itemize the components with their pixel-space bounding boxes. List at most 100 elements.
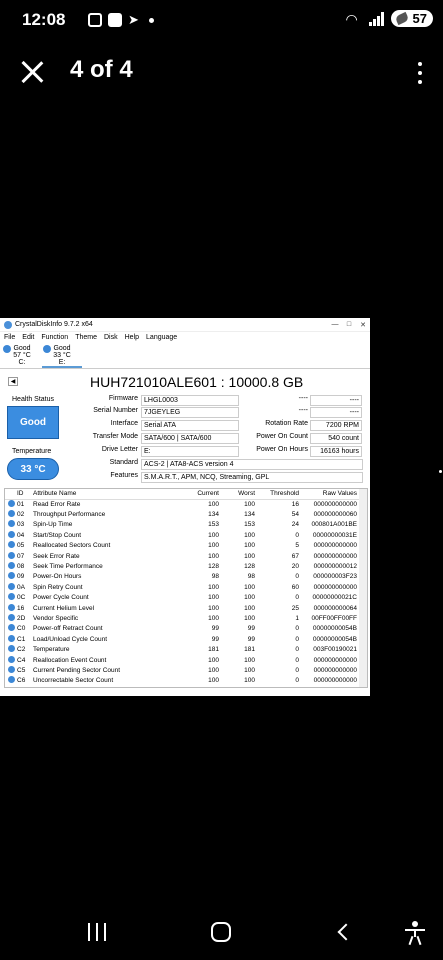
- rotation-value: 7200 RPM: [310, 420, 362, 431]
- cell-worst: 128: [244, 563, 255, 571]
- disk-tab-e: Good 33 °C E:: [42, 343, 82, 368]
- cell-current: 134: [208, 511, 219, 519]
- power-count-value: 540 count: [310, 433, 362, 444]
- cell-threshold: 0: [295, 625, 299, 633]
- col-attribute: Attribute Name: [33, 489, 183, 500]
- features-value: S.M.A.R.T., APM, NCQ, Streaming, GPL: [141, 472, 363, 483]
- cell-threshold: 0: [295, 656, 299, 664]
- cell-raw: 000000000012: [313, 563, 357, 571]
- status-dot-icon: [3, 345, 11, 353]
- menu-help: Help: [124, 334, 140, 341]
- cell-id: 16: [17, 604, 25, 612]
- cell-threshold: 0: [295, 677, 299, 685]
- cell-current: 100: [208, 604, 219, 612]
- cell-attribute: Current Helium Level: [33, 604, 95, 612]
- recents-icon[interactable]: [88, 923, 106, 941]
- disk-temp: 57 °C: [13, 352, 31, 359]
- cell-attribute: Uncorrectable Sector Count: [33, 677, 114, 685]
- window-title: CrystalDiskInfo 9.7.2 x64: [15, 321, 93, 328]
- back-icon[interactable]: [337, 923, 355, 941]
- status-dot-icon: [5, 593, 17, 603]
- cell-raw: 000000000000: [313, 500, 357, 508]
- home-icon[interactable]: [211, 922, 231, 942]
- power-count-label: Power On Count: [256, 433, 308, 440]
- page-counter: 4 of 4: [70, 56, 133, 83]
- serial-label: Serial Number: [93, 407, 138, 414]
- disk-letter: E:: [58, 359, 66, 366]
- col-current: Current: [183, 489, 223, 500]
- menu-file: File: [4, 334, 16, 341]
- cell-attribute: Reallocation Event Count: [33, 656, 107, 664]
- screenshot-image[interactable]: CrystalDiskInfo 9.7.2 x64 — □ ✕ File Edi…: [0, 318, 370, 696]
- status-dot-icon: [5, 520, 17, 530]
- cell-worst: 100: [244, 531, 255, 539]
- cell-id: 08: [17, 563, 25, 571]
- cell-raw: 000000000064: [313, 604, 357, 612]
- interface-label: Interface: [110, 420, 138, 427]
- power-hours-value: 16163 hours: [310, 446, 362, 457]
- drive-letter-label: Drive Letter: [101, 446, 138, 453]
- notification-icons: ➤: [88, 12, 154, 28]
- more-options-icon[interactable]: [417, 62, 423, 84]
- right-label-1: ----: [298, 395, 308, 402]
- cell-raw: 000000000000: [313, 552, 357, 560]
- standard-value: ACS-2 | ATA8-ACS version 4: [141, 459, 363, 470]
- cell-attribute: Throughput Performance: [33, 511, 106, 519]
- accessibility-icon[interactable]: [404, 921, 426, 946]
- menu-function: Function: [41, 334, 69, 341]
- cell-raw: 000000003F23: [313, 573, 357, 581]
- cell-attribute: Power-off Retract Count: [33, 625, 103, 633]
- table-row: C2 Temperature 181 181 0 003F00190021: [5, 644, 361, 654]
- table-row: 07 Seek Error Rate 100 100 67 000000000000: [5, 551, 361, 561]
- status-time: 12:08: [22, 10, 66, 29]
- close-icon[interactable]: [18, 58, 46, 86]
- table-row: 03 Spin-Up Time 153 153 24 000801A001BE: [5, 520, 361, 530]
- cell-raw: 000801A001BE: [311, 521, 357, 529]
- col-raw: Raw Values: [303, 489, 361, 500]
- cell-raw: 00000000054B: [312, 635, 357, 643]
- col-id: ID: [17, 489, 33, 500]
- cell-current: 100: [208, 542, 219, 550]
- cell-attribute: Power Cycle Count: [33, 594, 89, 602]
- cell-threshold: 0: [295, 594, 299, 602]
- cell-attribute: Start/Stop Count: [33, 531, 82, 539]
- window-controls: — □ ✕: [328, 321, 370, 329]
- battery-level: 57: [412, 11, 427, 26]
- status-dot-icon: [5, 644, 17, 654]
- table-row: C4 Reallocation Event Count 100 100 0 0000000…: [5, 655, 361, 665]
- model-row: ◀ HUH721010ALE601 : 10000.8 GB: [0, 371, 370, 393]
- health-status-label: Health Status: [12, 396, 55, 403]
- viewer-header: 4 of 4: [0, 38, 443, 108]
- col-threshold: Threshold: [259, 489, 303, 500]
- status-dot-icon: [5, 624, 17, 634]
- cell-threshold: 67: [291, 552, 299, 560]
- table-row: 01 Read Error Rate 100 100 16 000000000000: [5, 499, 361, 509]
- cell-raw: 000000000000: [313, 542, 357, 550]
- cell-worst: 100: [244, 604, 255, 612]
- cell-id: 03: [17, 521, 25, 529]
- status-dot-icon: [5, 551, 17, 561]
- cell-worst: 100: [244, 677, 255, 685]
- cell-threshold: 5: [295, 542, 299, 550]
- cell-attribute: Current Pending Sector Count: [33, 666, 121, 674]
- menu-language: Language: [146, 334, 178, 341]
- cell-attribute: Load/Unload Cycle Count: [33, 635, 108, 643]
- system-icons: ◠ 57: [346, 10, 433, 27]
- table-scrollbar: [359, 489, 367, 687]
- cell-worst: 98: [247, 573, 255, 581]
- cell-threshold: 0: [295, 573, 299, 581]
- cell-raw: 000000000000: [313, 583, 357, 591]
- cell-id: 07: [17, 552, 25, 560]
- prev-disk-icon: ◀: [8, 377, 18, 386]
- cell-worst: 100: [244, 594, 255, 602]
- cell-attribute: Seek Error Rate: [33, 552, 80, 560]
- table-row: 0C Power Cycle Count 100 100 0 00000000021C: [5, 593, 361, 603]
- cell-worst: 100: [244, 614, 255, 622]
- disk-temp: 33 °C: [53, 352, 71, 359]
- cell-raw: 000000000000: [313, 656, 357, 664]
- cell-raw: 000000000000: [313, 666, 357, 674]
- cell-raw: 00000000031E: [312, 531, 357, 539]
- cell-threshold: 54: [291, 511, 299, 519]
- cell-raw: 000000000060: [313, 511, 357, 519]
- disk-letter: C:: [18, 359, 26, 366]
